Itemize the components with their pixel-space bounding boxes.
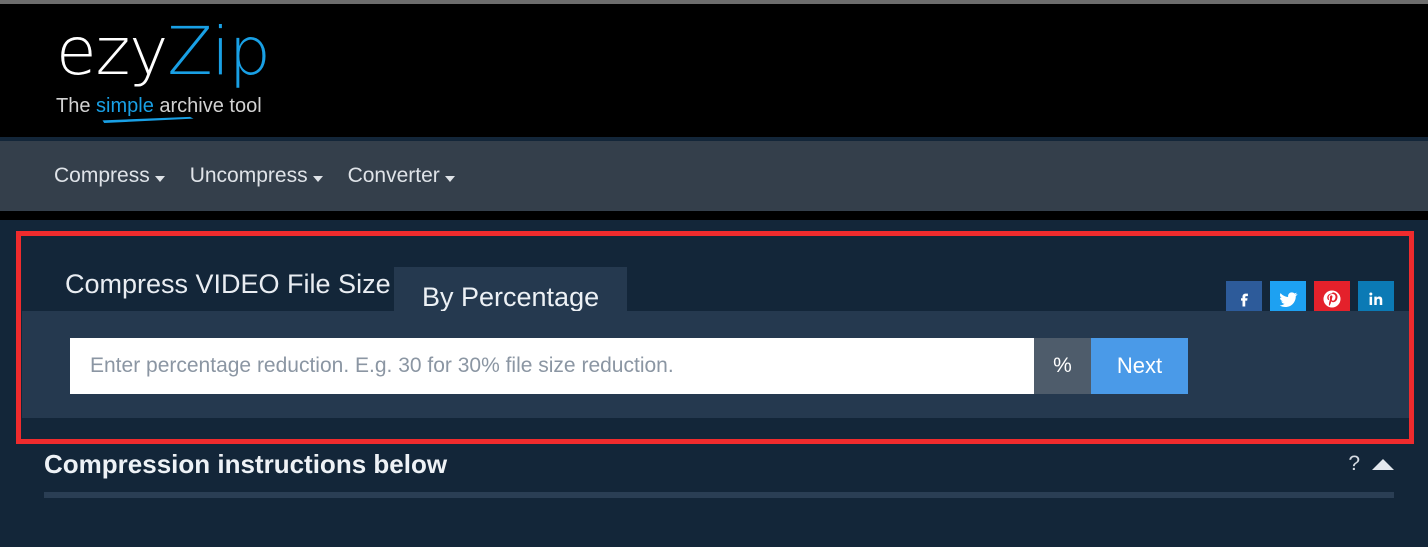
instructions-actions: ? [1348,453,1394,475]
percentage-input-panel: % Next [22,311,1410,418]
nav-item-uncompress[interactable]: Uncompress [190,163,323,189]
next-button[interactable]: Next [1091,338,1188,394]
nav-item-converter[interactable]: Converter [348,163,455,189]
tagline-after: archive tool [153,95,262,117]
linkedin-icon [1369,292,1383,305]
main-navbar: Compress Uncompress Converter [0,141,1428,211]
chevron-down-icon [444,176,455,182]
chevron-down-icon [312,176,323,182]
tab-by-percentage-label: By Percentage [422,281,600,312]
tagline-underline-icon [102,116,194,123]
tagline-before: The [56,95,97,117]
tagline-accent: simple [96,95,154,117]
facebook-icon [1241,293,1248,307]
caret-up-icon[interactable] [1372,458,1394,470]
percentage-input-group: % Next [70,338,1188,394]
instructions-title: Compression instructions below [44,449,448,479]
page-root: ezyZip The simple archive tool Compress … [0,0,1428,547]
navbar-items: Compress Uncompress Converter [54,163,455,189]
site-logo[interactable]: ezyZip The simple archive tool [56,13,271,123]
instructions-header: Compression instructions below ? [44,447,1394,489]
nav-item-compress[interactable]: Compress [54,163,165,189]
site-tagline: The simple archive tool [56,94,270,123]
page-title: Compress VIDEO File Size [65,269,391,299]
site-masthead: ezyZip The simple archive tool [0,4,1428,137]
instructions-divider [44,492,1394,498]
percentage-input[interactable] [70,338,1034,394]
logo-text-accent: Zip [167,13,270,90]
twitter-icon [1279,291,1298,307]
nav-item-compress-label: Compress [54,164,150,187]
percent-suffix-label: % [1034,338,1091,394]
nav-item-converter-label: Converter [347,164,440,187]
logo-wordmark: ezyZip [56,13,271,90]
chevron-down-icon [154,176,165,182]
nav-item-uncompress-label: Uncompress [189,164,308,187]
help-icon[interactable]: ? [1348,453,1360,475]
logo-text-primary: ezy [56,13,168,90]
card-header-row: Compress VIDEO File Size By Percentage [22,252,1410,326]
pinterest-icon [1323,290,1341,308]
navbar-bottom-gap [0,211,1428,220]
